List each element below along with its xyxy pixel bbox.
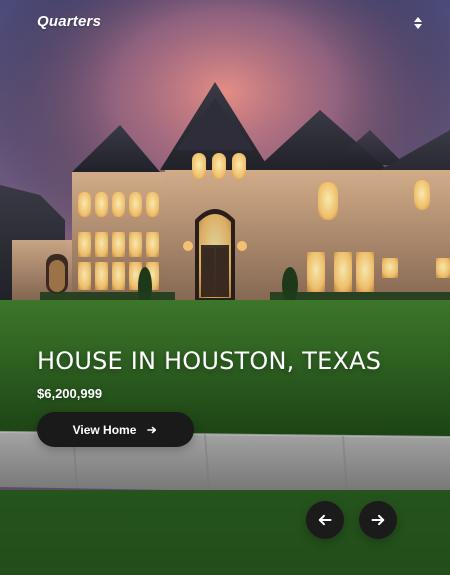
brand-logo-text[interactable]: Quarters bbox=[37, 13, 101, 30]
view-home-label: View Home bbox=[72, 422, 137, 437]
listing-hero-screen: Quarters HOUSE IN HOUSTON, TEXAS $6,200,… bbox=[0, 0, 450, 575]
sort-toggle-button[interactable] bbox=[409, 14, 427, 32]
house-scene-illustration bbox=[0, 0, 450, 575]
up-down-caret-icon bbox=[414, 17, 422, 29]
top-bar: Quarters bbox=[0, 0, 450, 48]
hero-content: HOUSE IN HOUSTON, TEXAS $6,200,999 View … bbox=[37, 346, 427, 447]
carousel-controls bbox=[306, 501, 402, 539]
previous-button[interactable] bbox=[306, 501, 344, 539]
arrow-left-icon bbox=[318, 514, 332, 526]
next-button[interactable] bbox=[359, 501, 397, 539]
arrow-right-icon bbox=[371, 514, 385, 526]
view-home-button[interactable]: View Home bbox=[37, 412, 194, 447]
property-price: $6,200,999 bbox=[37, 386, 103, 401]
property-title: HOUSE IN HOUSTON, TEXAS bbox=[37, 347, 382, 375]
arrow-right-icon bbox=[146, 424, 158, 436]
house-photo bbox=[0, 0, 450, 575]
